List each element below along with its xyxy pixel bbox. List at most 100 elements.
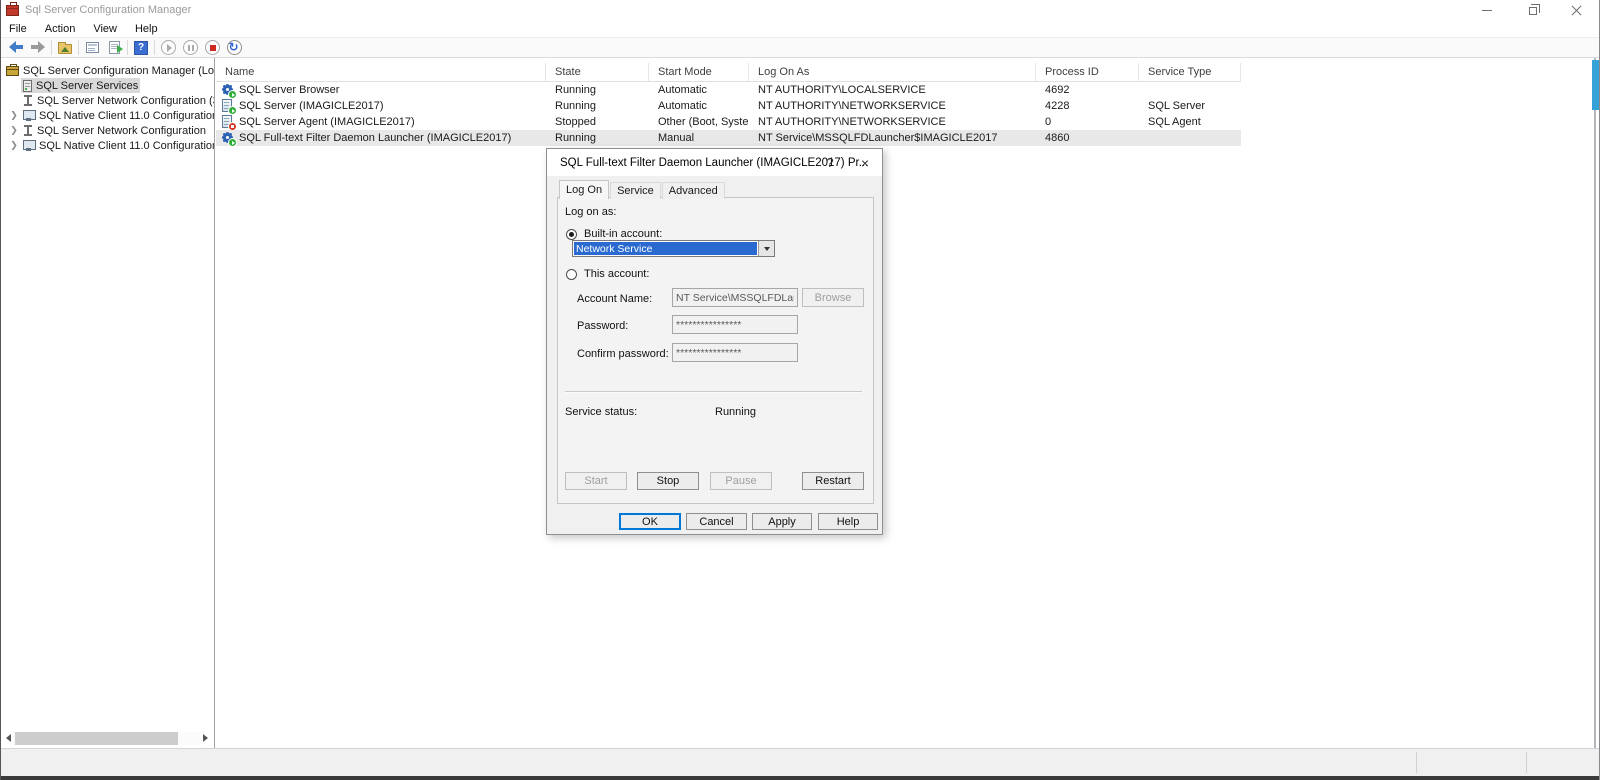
table-row-sql-fulltext-daemon[interactable]: SQL Full-text Filter Daemon Launcher (IM… bbox=[216, 130, 1241, 146]
confirm-password-label: Confirm password: bbox=[577, 348, 669, 360]
refresh-icon: ↻ bbox=[227, 40, 242, 55]
scrollbar-track[interactable] bbox=[1594, 58, 1596, 748]
stop-service-button[interactable] bbox=[201, 39, 223, 57]
properties-dialog: SQL Full-text Filter Daemon Launcher (IM… bbox=[546, 148, 883, 535]
service-name: SQL Full-text Filter Daemon Launcher (IM… bbox=[239, 132, 511, 144]
ok-button[interactable]: OK bbox=[619, 513, 681, 530]
scrollbar-thumb[interactable] bbox=[15, 732, 178, 745]
service-log-on-as: NT AUTHORITY\LOCALSERVICE bbox=[749, 84, 1036, 96]
service-start-mode: Automatic bbox=[649, 84, 749, 96]
server-icon bbox=[23, 80, 32, 92]
confirm-password-input[interactable] bbox=[672, 343, 798, 362]
restart-service-button[interactable]: ↻ bbox=[223, 39, 245, 57]
cancel-button[interactable]: Cancel bbox=[686, 513, 747, 530]
window-vertical-scrollbar[interactable] bbox=[1592, 58, 1599, 748]
dialog-tabs: Log On Service Advanced bbox=[559, 180, 726, 199]
table-row-sql-server-browser[interactable]: SQL Server Browser Running Automatic NT … bbox=[216, 82, 1241, 98]
export-list-button[interactable] bbox=[103, 39, 125, 57]
close-icon bbox=[1571, 5, 1582, 16]
service-process-id: 4228 bbox=[1036, 100, 1139, 112]
account-name-input[interactable] bbox=[672, 288, 798, 307]
minimize-icon bbox=[1482, 10, 1492, 11]
tree-root[interactable]: SQL Server Configuration Manager (Local) bbox=[1, 63, 214, 78]
stop-button[interactable]: Stop bbox=[637, 472, 699, 490]
builtin-account-label: Built-in account: bbox=[584, 228, 662, 240]
menu-view[interactable]: View bbox=[84, 22, 126, 36]
menu-file[interactable]: File bbox=[1, 22, 36, 36]
up-one-level-button[interactable] bbox=[54, 39, 76, 57]
dropdown-arrow-icon[interactable] bbox=[758, 241, 774, 256]
window-title: Sql Server Configuration Manager bbox=[25, 4, 191, 16]
expand-chevron-icon[interactable]: ❯ bbox=[7, 125, 21, 136]
pause-button[interactable]: Pause bbox=[710, 472, 772, 490]
column-header-log-on-as[interactable]: Log On As bbox=[749, 63, 1036, 82]
service-type: SQL Agent bbox=[1139, 116, 1241, 128]
tree-item-label: SQL Server Services bbox=[36, 80, 138, 92]
dialog-close-button[interactable]: × bbox=[848, 149, 882, 176]
forward-button[interactable] bbox=[27, 39, 49, 57]
apply-button[interactable]: Apply bbox=[752, 513, 812, 530]
export-list-icon bbox=[109, 41, 120, 54]
tree-item-label: SQL Native Client 11.0 Configuration bbox=[39, 140, 215, 152]
tab-service[interactable]: Service bbox=[610, 182, 661, 199]
restore-button[interactable] bbox=[1509, 0, 1554, 20]
scrollbar-track[interactable] bbox=[13, 732, 200, 745]
tree-item-network-config-32bit[interactable]: SQL Server Network Configuration (32bit) bbox=[1, 93, 214, 108]
menu-help[interactable]: Help bbox=[126, 22, 167, 36]
minimize-button[interactable] bbox=[1464, 0, 1509, 20]
console-tree-pane: SQL Server Configuration Manager (Local)… bbox=[1, 58, 215, 748]
restore-icon bbox=[1529, 7, 1537, 15]
help-button-dialog[interactable]: Help bbox=[818, 513, 878, 530]
tree-horizontal-scrollbar[interactable] bbox=[3, 731, 210, 745]
close-button[interactable] bbox=[1554, 0, 1599, 20]
tree-item-native-client-32bit[interactable]: ❯ SQL Native Client 11.0 Configuration (… bbox=[1, 108, 214, 123]
column-header-process-id[interactable]: Process ID bbox=[1036, 63, 1139, 82]
service-server-running-icon bbox=[220, 98, 236, 114]
column-header-state[interactable]: State bbox=[546, 63, 649, 82]
column-header-start-mode[interactable]: Start Mode bbox=[649, 63, 749, 82]
table-row-sql-server[interactable]: SQL Server (IMAGICLE2017) Running Automa… bbox=[216, 98, 1241, 114]
dialog-help-button[interactable]: ? bbox=[815, 149, 845, 176]
browse-button[interactable]: Browse bbox=[802, 288, 864, 307]
start-service-button[interactable] bbox=[157, 39, 179, 57]
help-button[interactable]: ? bbox=[130, 39, 152, 57]
service-name: SQL Server Agent (IMAGICLE2017) bbox=[239, 116, 415, 128]
account-name-label: Account Name: bbox=[577, 293, 652, 305]
app-icon bbox=[6, 5, 19, 16]
service-start-mode: Automatic bbox=[649, 100, 749, 112]
scroll-left-arrow[interactable] bbox=[3, 731, 13, 745]
tab-log-on[interactable]: Log On bbox=[559, 180, 609, 199]
service-type: SQL Server bbox=[1139, 100, 1241, 112]
show-console-tree-button[interactable] bbox=[81, 39, 103, 57]
tree-item-native-client[interactable]: ❯ SQL Native Client 11.0 Configuration bbox=[1, 138, 214, 153]
back-button[interactable] bbox=[5, 39, 27, 57]
expand-chevron-icon[interactable]: ❯ bbox=[7, 110, 21, 121]
tree-item-sql-server-services[interactable]: SQL Server Services bbox=[1, 78, 214, 93]
tree-item-network-config[interactable]: ❯ SQL Server Network Configuration bbox=[1, 123, 214, 138]
section-divider bbox=[565, 391, 862, 392]
builtin-account-radio[interactable] bbox=[566, 229, 577, 240]
scroll-right-arrow[interactable] bbox=[200, 731, 210, 745]
network-config-icon bbox=[23, 125, 33, 137]
tab-advanced[interactable]: Advanced bbox=[662, 182, 725, 199]
pause-service-button[interactable] bbox=[179, 39, 201, 57]
column-header-name[interactable]: Name bbox=[216, 63, 546, 82]
forward-icon bbox=[31, 43, 45, 52]
start-button[interactable]: Start bbox=[565, 472, 627, 490]
computer-icon bbox=[23, 140, 35, 152]
menu-bar: File Action View Help bbox=[1, 20, 1599, 37]
column-header-service-type[interactable]: Service Type bbox=[1139, 63, 1241, 82]
service-gear-running-icon bbox=[220, 130, 236, 146]
menu-action[interactable]: Action bbox=[36, 22, 85, 36]
password-input[interactable] bbox=[672, 315, 798, 334]
this-account-radio[interactable] bbox=[566, 269, 577, 280]
back-icon bbox=[9, 43, 23, 52]
scrollbar-thumb[interactable] bbox=[1592, 60, 1599, 110]
table-row-sql-server-agent[interactable]: SQL Server Agent (IMAGICLE2017) Stopped … bbox=[216, 114, 1241, 130]
builtin-account-dropdown[interactable]: Network Service bbox=[572, 240, 775, 257]
toolbar: ? ↻ bbox=[1, 37, 1599, 58]
service-status-label: Service status: bbox=[565, 406, 637, 418]
expand-chevron-icon[interactable]: ❯ bbox=[7, 140, 21, 151]
service-start-mode: Manual bbox=[649, 132, 749, 144]
restart-button[interactable]: Restart bbox=[802, 472, 864, 490]
